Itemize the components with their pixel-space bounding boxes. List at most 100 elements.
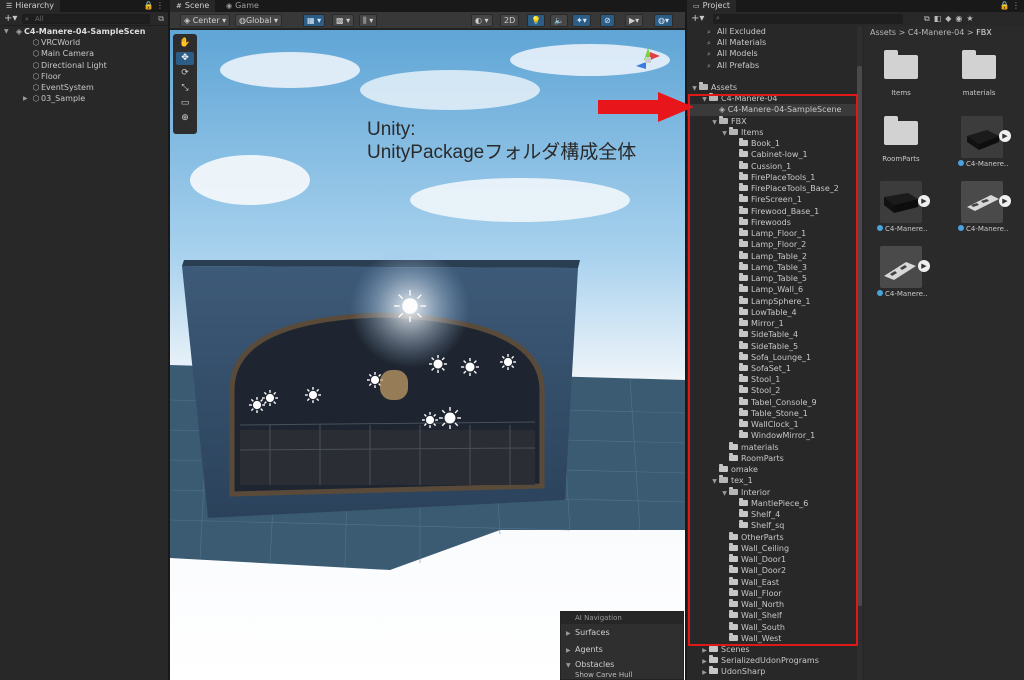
- project-tree-item[interactable]: ▶ SerializedUdonPrograms: [687, 655, 859, 666]
- breadcrumb-assets[interactable]: Assets: [870, 28, 896, 37]
- hierarchy-item-label: Directional Light: [41, 60, 107, 70]
- model-preview-image: [967, 195, 999, 211]
- show-carve-hull-option[interactable]: Show Carve Hull: [561, 670, 683, 680]
- play-icon[interactable]: ▶: [999, 130, 1011, 142]
- light-gizmo[interactable]: [249, 397, 265, 413]
- lighting-toggle-icon[interactable]: 💡: [527, 14, 545, 27]
- favorite-item[interactable]: ⌕ All Materials: [687, 37, 859, 48]
- scene-viewport[interactable]: ✋ ✥ ⟳ ⤡ ▭ ⊕ Unity: UnityPackageフォルダ構成全体 …: [170, 30, 685, 680]
- project-toolbar-icons[interactable]: ⧉◧◆◉★: [924, 12, 978, 26]
- model-icon: [958, 225, 964, 231]
- grid-item-model[interactable]: ▶ C4-Manere...: [874, 246, 930, 298]
- effects-toggle-icon[interactable]: ✦▾: [572, 14, 591, 27]
- chevron-right-icon[interactable]: ▶: [700, 667, 709, 678]
- hierarchy-tabbar: ☰ Hierarchy 🔒 ⋮: [0, 0, 168, 12]
- hierarchy-item[interactable]: ▶ ⬡ 03_Sample: [0, 93, 168, 104]
- pivot-global-button[interactable]: ◍Global ▾: [235, 14, 283, 27]
- project-tabbar: ▭ Project 🔒 ⋮: [687, 0, 1024, 12]
- tab-project[interactable]: ▭ Project: [687, 0, 736, 12]
- tab-game[interactable]: ◉ Game: [220, 0, 265, 12]
- light-gizmo[interactable]: [500, 354, 516, 370]
- grid-item-model[interactable]: ▶ C4-Manere...: [955, 181, 1011, 233]
- hierarchy-item-label: EventSystem: [41, 82, 94, 92]
- favorite-item[interactable]: ⌕ All Models: [687, 48, 859, 59]
- align-button[interactable]: ⫼ ▾: [359, 14, 378, 27]
- light-gizmo[interactable]: [439, 407, 461, 429]
- ai-nav-agents[interactable]: ▶ Agents: [561, 641, 683, 658]
- project-asset-grid: Assets > C4-Manere-04 > FBX Items materi…: [864, 26, 1024, 680]
- favorite-item[interactable]: ⌕ All Excluded: [687, 26, 859, 37]
- light-gizmo[interactable]: [461, 358, 479, 376]
- panel-menu-icon[interactable]: 🔒 ⋮: [999, 0, 1020, 12]
- gizmos-icon[interactable]: ◍▾: [654, 14, 673, 27]
- project-tree-item[interactable]: ▼ Assets: [687, 82, 859, 93]
- ai-nav-surfaces[interactable]: ▶ Surfaces: [561, 624, 683, 641]
- search-icon: ⌕: [707, 61, 711, 70]
- light-gizmo[interactable]: [305, 387, 321, 403]
- ai-nav-obstacles[interactable]: ▼ Obstacles: [561, 658, 683, 670]
- grid-item-materials[interactable]: materials: [952, 48, 1006, 97]
- rect-tool-icon[interactable]: ▭: [176, 97, 194, 110]
- hierarchy-item[interactable]: ⬡ Directional Light: [0, 60, 168, 71]
- grid-item-text: C4-Manere...: [966, 160, 1009, 168]
- grid-item-model[interactable]: ▶ C4-Manere...: [955, 116, 1011, 168]
- project-panel: ▭ Project 🔒 ⋮ +▾ ⌕ ⧉◧◆◉★ ⌕ All Excluded ⌕ Al…: [687, 0, 1024, 680]
- folder-icon: ▭: [693, 2, 700, 10]
- favorite-item[interactable]: ⌕ All Prefabs: [687, 60, 859, 71]
- cube-icon: ⬡: [32, 38, 40, 48]
- move-tool-icon[interactable]: ✥: [176, 52, 194, 65]
- folder-icon: [709, 655, 718, 664]
- hierarchy-item[interactable]: ⬡ EventSystem: [0, 82, 168, 93]
- draw-mode-button[interactable]: ◐ ▾: [471, 14, 493, 27]
- hidden-objects-icon[interactable]: ⊘: [600, 14, 615, 27]
- hierarchy-item[interactable]: ⬡ VRCWorld: [0, 37, 168, 48]
- global-label: Global: [245, 16, 272, 25]
- hand-tool-icon[interactable]: ✋: [176, 37, 194, 50]
- transform-tool-icon[interactable]: ⊕: [176, 112, 194, 125]
- scale-tool-icon[interactable]: ⤡: [176, 82, 194, 95]
- project-tree-item[interactable]: ▶ UdonSharp: [687, 666, 859, 677]
- audio-toggle-icon[interactable]: 🔈: [550, 14, 568, 27]
- grid-item-roomparts[interactable]: RoomParts: [874, 114, 928, 163]
- favorite-label: All Materials: [717, 38, 767, 48]
- light-gizmo[interactable]: [394, 290, 426, 322]
- search-filter-icon[interactable]: ⧉: [158, 13, 164, 25]
- breadcrumb-fbx[interactable]: FBX: [976, 28, 992, 37]
- play-icon[interactable]: ▶: [918, 195, 930, 207]
- cloud: [220, 52, 360, 88]
- breadcrumb-c4-manere[interactable]: C4-Manere-04: [908, 28, 964, 37]
- cube-icon: ⬡: [32, 94, 40, 104]
- grid-snap-button[interactable]: ▦ ▾: [303, 14, 326, 27]
- tree-item-label: UdonSharp: [721, 667, 766, 677]
- red-arrow-annotation: [598, 92, 694, 122]
- camera-settings-icon[interactable]: ▶▾: [625, 14, 644, 27]
- chevron-right-icon[interactable]: ▶: [23, 93, 28, 104]
- hierarchy-item[interactable]: ▼ ◈ C4-Manere-04-SampleScen: [0, 26, 168, 37]
- hierarchy-item-label: VRCWorld: [41, 38, 81, 48]
- folder-icon: [709, 644, 718, 652]
- rotate-tool-icon[interactable]: ⟳: [176, 67, 194, 80]
- hierarchy-search-input[interactable]: ⌕ All: [22, 14, 150, 24]
- chevron-down-icon[interactable]: ▼: [4, 26, 9, 37]
- add-object-button[interactable]: +▾: [4, 12, 17, 26]
- tab-hierarchy-label: Hierarchy: [15, 1, 54, 10]
- toggle-2d-button[interactable]: 2D: [500, 14, 520, 27]
- play-icon[interactable]: ▶: [999, 195, 1011, 207]
- light-gizmo[interactable]: [422, 412, 438, 428]
- folder-icon: [962, 50, 996, 79]
- light-gizmo[interactable]: [429, 355, 447, 373]
- tab-hierarchy[interactable]: ☰ Hierarchy: [0, 0, 60, 12]
- pivot-center-button[interactable]: ◈ Center ▾: [180, 14, 231, 27]
- light-gizmo[interactable]: [262, 390, 278, 406]
- hierarchy-item[interactable]: ⬡ Main Camera: [0, 48, 168, 59]
- hierarchy-item[interactable]: ⬡ Floor: [0, 71, 168, 82]
- snap-increment-button[interactable]: ▩ ▾: [332, 14, 355, 27]
- transform-tools: ✋ ✥ ⟳ ⤡ ▭ ⊕: [173, 34, 197, 134]
- create-asset-button[interactable]: +▾: [691, 12, 704, 26]
- grid-item-items[interactable]: Items: [874, 48, 928, 97]
- project-search-input[interactable]: ⌕: [713, 14, 903, 24]
- panel-menu-icon[interactable]: 🔒 ⋮: [143, 0, 164, 12]
- tab-scene[interactable]: # Scene: [170, 0, 216, 12]
- grid-item-model[interactable]: ▶ C4-Manere...: [874, 181, 930, 233]
- play-icon[interactable]: ▶: [918, 260, 930, 272]
